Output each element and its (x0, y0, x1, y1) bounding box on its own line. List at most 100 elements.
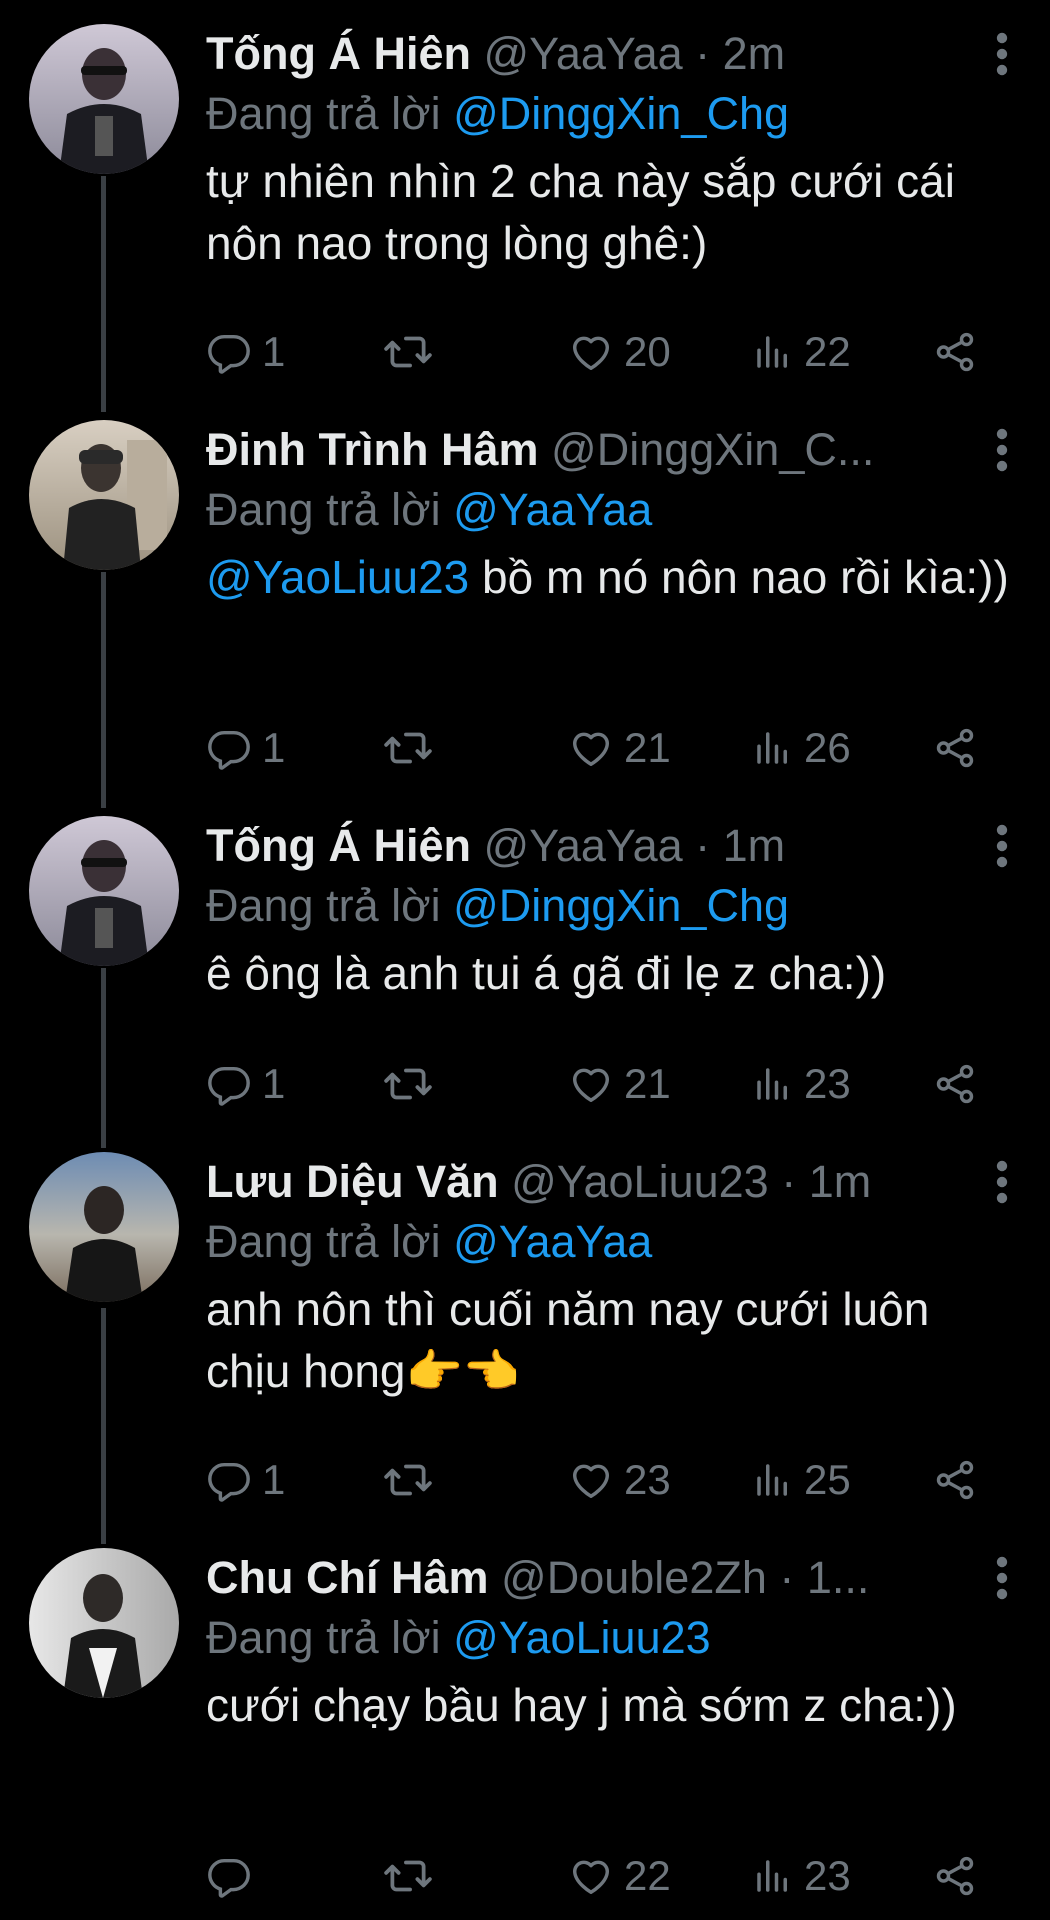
display-name[interactable]: Lưu Diệu Văn (206, 1156, 499, 1207)
reply-button[interactable]: 1 (206, 324, 285, 380)
views-button[interactable]: 23 (752, 1848, 851, 1904)
views-button[interactable]: 22 (752, 324, 851, 380)
heart-icon (568, 1457, 614, 1503)
reply-mention[interactable]: @DinggXin_Chg (453, 880, 789, 931)
display-name[interactable]: Tống Á Hiên (206, 820, 471, 871)
retweet-button[interactable] (383, 324, 443, 380)
user-handle[interactable]: @YaaYaa (483, 28, 682, 79)
reply-button[interactable]: 1 (206, 1056, 285, 1112)
view-count: 23 (804, 1852, 851, 1899)
timestamp[interactable]: · 1m (781, 1156, 871, 1207)
user-handle[interactable]: @YaaYaa (483, 820, 682, 871)
timestamp[interactable]: · 1m (695, 820, 785, 871)
share-button[interactable] (932, 1848, 978, 1904)
avatar[interactable] (29, 24, 179, 174)
reply-button[interactable]: 1 (206, 1452, 285, 1508)
text-mention[interactable]: @YaoLiuu23 (206, 551, 469, 603)
replying-to: Đang trả lời @DinggXin_Chg (206, 84, 1020, 144)
reply-mention[interactable]: @YaaYaa (453, 484, 652, 535)
like-button[interactable]: 22 (568, 1848, 671, 1904)
more-options-icon[interactable] (982, 426, 1022, 474)
heart-icon (568, 1853, 614, 1899)
reply-count: 1 (262, 1060, 286, 1107)
avatar[interactable] (29, 816, 179, 966)
retweet-icon (383, 1851, 433, 1901)
timestamp[interactable]: · 2m (695, 28, 785, 79)
reply-mention[interactable]: @DinggXin_Chg (453, 88, 789, 139)
reply-count: 1 (262, 724, 286, 771)
tweet-header: Tống Á Hiên @YaaYaa · 2m (206, 24, 1020, 84)
like-count: 22 (624, 1852, 671, 1899)
reply-button[interactable]: 1 (206, 720, 285, 776)
views-button[interactable]: 25 (752, 1452, 851, 1508)
tweet-text: tự nhiên nhìn 2 cha này sắp cưới cái nôn… (206, 150, 1020, 274)
share-button[interactable] (932, 1452, 978, 1508)
more-options-icon[interactable] (982, 822, 1022, 870)
replying-to-label: Đang trả lời (206, 484, 441, 535)
heart-icon (568, 725, 614, 771)
views-icon (752, 1855, 794, 1897)
retweet-button[interactable] (383, 1848, 443, 1904)
views-button[interactable]: 23 (752, 1056, 851, 1112)
replying-to: Đang trả lời @DinggXin_Chg (206, 876, 1020, 936)
tweet-text: ê ông là anh tui á gã đi lẹ z cha:)) (206, 942, 1020, 1004)
share-button[interactable] (932, 324, 978, 380)
avatar[interactable] (29, 1152, 179, 1302)
reply-icon (206, 1061, 252, 1107)
tweet-header: Chu Chí Hâm @Double2Zh · 1... (206, 1548, 1020, 1608)
like-button[interactable]: 20 (568, 324, 671, 380)
view-count: 25 (804, 1456, 851, 1503)
tweet-actions: 1 21 26 (0, 720, 1050, 776)
thread-line (101, 1308, 106, 1544)
avatar[interactable] (29, 420, 179, 570)
views-icon (752, 727, 794, 769)
share-button[interactable] (932, 720, 978, 776)
like-button[interactable]: 23 (568, 1452, 671, 1508)
reply-count: 1 (262, 328, 286, 375)
tweet-actions: 1 21 23 (0, 1056, 1050, 1112)
like-button[interactable]: 21 (568, 1056, 671, 1112)
share-icon (932, 1061, 978, 1107)
share-icon (932, 725, 978, 771)
tweet-body: cưới chạy bầu hay j mà sớm z cha:)) (206, 1679, 957, 1731)
timestamp[interactable]: · 1... (779, 1552, 869, 1603)
reply-icon (206, 1853, 252, 1899)
tweet-header: Lưu Diệu Văn @YaoLiuu23 · 1m (206, 1152, 1020, 1212)
more-options-icon[interactable] (982, 30, 1022, 78)
user-handle[interactable]: @YaoLiuu23 (511, 1156, 769, 1207)
view-count: 23 (804, 1060, 851, 1107)
display-name[interactable]: Chu Chí Hâm (206, 1552, 489, 1603)
user-handle[interactable]: @DinggXin_C... (551, 424, 874, 475)
like-button[interactable]: 21 (568, 720, 671, 776)
reply-mention[interactable]: @YaoLiuu23 (453, 1612, 711, 1663)
tweet-text: anh nôn thì cuối năm nay cưới luôn chịu … (206, 1278, 1020, 1402)
retweet-button[interactable] (383, 720, 443, 776)
views-button[interactable]: 26 (752, 720, 851, 776)
tweet-text: cưới chạy bầu hay j mà sớm z cha:)) (206, 1674, 1020, 1736)
tweet-body: ê ông là anh tui á gã đi lẹ z cha:)) (206, 947, 887, 999)
replying-to-label: Đang trả lời (206, 88, 441, 139)
display-name[interactable]: Đinh Trình Hâm (206, 424, 539, 475)
view-count: 26 (804, 724, 851, 771)
reply-mention[interactable]: @YaaYaa (453, 1216, 652, 1267)
more-options-icon[interactable] (982, 1158, 1022, 1206)
share-button[interactable] (932, 1056, 978, 1112)
replying-to: Đang trả lời @YaaYaa (206, 480, 1020, 540)
user-handle[interactable]: @Double2Zh (501, 1552, 767, 1603)
views-icon (752, 1063, 794, 1105)
replying-to: Đang trả lời @YaaYaa (206, 1212, 1020, 1272)
retweet-button[interactable] (383, 1056, 443, 1112)
heart-icon (568, 1061, 614, 1107)
more-options-icon[interactable] (982, 1554, 1022, 1602)
avatar[interactable] (29, 1548, 179, 1698)
tweet-header: Đinh Trình Hâm @DinggXin_C... (206, 420, 1020, 480)
reply-button[interactable] (206, 1848, 262, 1904)
replying-to-label: Đang trả lời (206, 1612, 441, 1663)
share-icon (932, 1457, 978, 1503)
retweet-button[interactable] (383, 1452, 443, 1508)
display-name[interactable]: Tống Á Hiên (206, 28, 471, 79)
tweet-actions: 22 23 (0, 1848, 1050, 1904)
tweet-text: @YaoLiuu23 bồ m nó nôn nao rồi kìa:)) (206, 546, 1020, 608)
tweet-body: bồ m nó nôn nao rồi kìa:)) (469, 551, 1009, 603)
tweet-actions: 1 23 25 (0, 1452, 1050, 1508)
